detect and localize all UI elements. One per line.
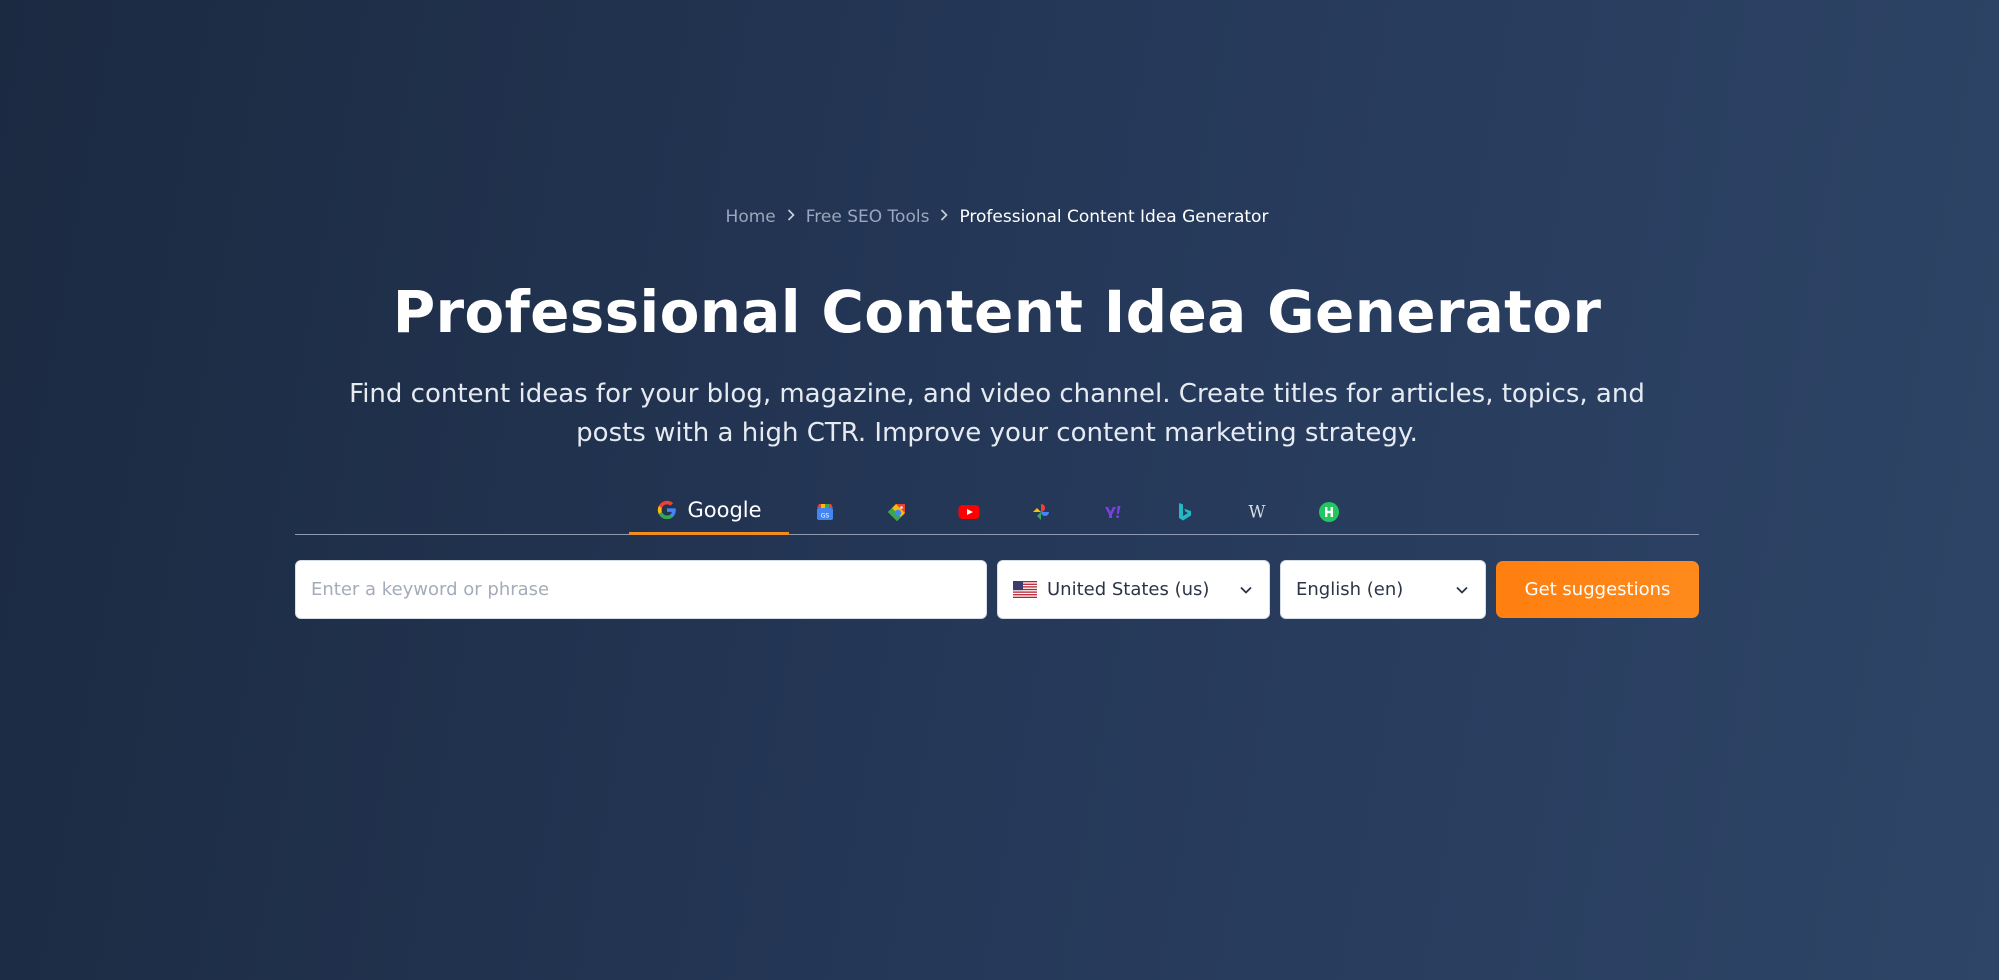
tab-bing[interactable] [1149, 490, 1221, 535]
google-icon [656, 499, 678, 521]
tab-google-play-store[interactable]: GS [789, 490, 861, 535]
keyword-input[interactable] [295, 560, 987, 619]
yahoo-icon [1102, 501, 1124, 523]
chevron-right-icon [929, 209, 959, 225]
get-suggestions-button[interactable]: Get suggestions [1496, 561, 1699, 618]
breadcrumb-home[interactable]: Home [726, 207, 776, 227]
search-engine-tabs: Google GS W [295, 490, 1699, 535]
search-form: United States (us) English (en) Get sugg… [295, 560, 1699, 619]
country-select-value: United States (us) [1047, 579, 1210, 600]
bing-icon [1174, 501, 1196, 523]
page-subtitle: Find content ideas for your blog, magazi… [349, 379, 1645, 448]
language-select[interactable]: English (en) [1280, 560, 1486, 619]
chevron-right-icon [776, 209, 806, 225]
page-title: Professional Content Idea Generator [392, 278, 1602, 346]
breadcrumb-free-seo-tools[interactable]: Free SEO Tools [806, 207, 930, 227]
us-flag-icon [1013, 581, 1037, 598]
language-select-value: English (en) [1296, 579, 1404, 600]
tab-pinwheel[interactable] [1005, 490, 1077, 535]
tab-google-shopping[interactable] [861, 490, 933, 535]
breadcrumb: Home Free SEO Tools Professional Content… [295, 207, 1699, 227]
tab-green-badge[interactable] [1293, 490, 1365, 535]
google-play-store-icon: GS [814, 501, 836, 523]
breadcrumb-current: Professional Content Idea Generator [959, 207, 1269, 227]
wikipedia-icon: W [1246, 501, 1268, 523]
pinwheel-icon [1030, 501, 1052, 523]
country-select[interactable]: United States (us) [997, 560, 1270, 619]
tab-google[interactable]: Google [629, 490, 789, 535]
svg-text:GS: GS [821, 512, 830, 519]
google-shopping-icon [886, 501, 908, 523]
svg-text:W: W [1249, 502, 1266, 521]
chevron-down-icon [1239, 583, 1253, 597]
tab-google-label: Google [687, 498, 762, 522]
tab-youtube[interactable] [933, 490, 1005, 535]
chevron-down-icon [1455, 583, 1469, 597]
youtube-icon [958, 501, 980, 523]
tab-yahoo[interactable] [1077, 490, 1149, 535]
tab-wikipedia[interactable]: W [1221, 490, 1293, 535]
green-badge-icon [1318, 501, 1340, 523]
